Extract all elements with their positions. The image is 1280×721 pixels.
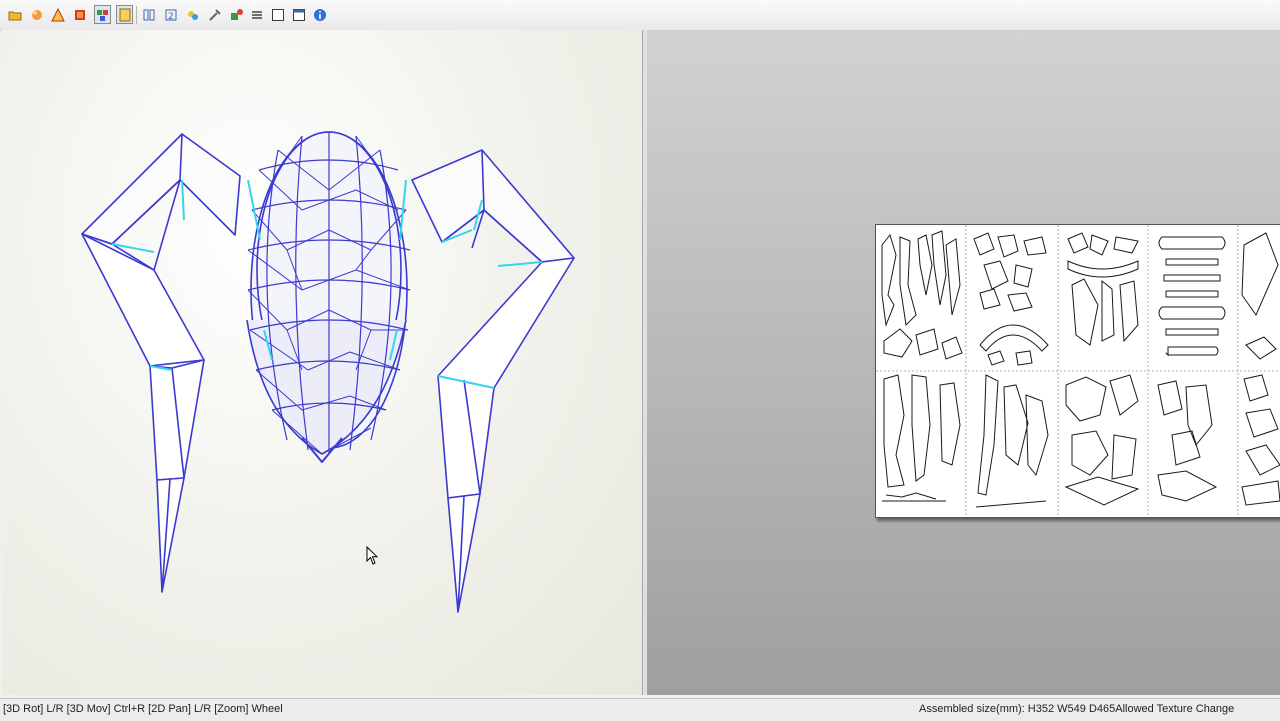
status-bar: [3D Rot] L/R [3D Mov] Ctrl+R [2D Pan] L/… — [0, 698, 1280, 721]
info-icon[interactable] — [311, 5, 328, 24]
svg-text:2: 2 — [168, 12, 174, 22]
number-icon[interactable]: 2 — [162, 5, 179, 24]
texture-icon[interactable] — [116, 5, 133, 24]
main-toolbar: 2 — [0, 0, 1280, 31]
flag-icon[interactable] — [71, 5, 88, 24]
unfold-icon[interactable] — [94, 5, 111, 24]
2d-view[interactable] — [647, 30, 1280, 695]
warning-icon[interactable] — [49, 5, 66, 24]
assembled-size-status: Assembled size(mm): H352 W549 D465Allowe… — [919, 703, 1235, 715]
tool-icon[interactable] — [206, 5, 223, 24]
unfolded-parts — [876, 225, 1280, 517]
flip-icon[interactable] — [140, 5, 157, 24]
import-model-icon[interactable] — [28, 5, 45, 24]
status-hint: [3D Rot] L/R [3D Mov] Ctrl+R [2D Pan] L/… — [3, 703, 283, 715]
join-icon[interactable] — [184, 5, 201, 24]
window-alt-icon[interactable] — [290, 5, 307, 24]
open-folder-icon[interactable] — [6, 5, 23, 24]
wireframe-model — [81, 131, 575, 613]
pattern-sheet[interactable] — [875, 224, 1280, 518]
add-part-icon[interactable] — [228, 5, 245, 24]
window-icon[interactable] — [269, 5, 286, 24]
3d-view[interactable] — [2, 30, 643, 695]
align-icon[interactable] — [248, 5, 265, 24]
mouse-cursor-icon — [366, 546, 379, 565]
